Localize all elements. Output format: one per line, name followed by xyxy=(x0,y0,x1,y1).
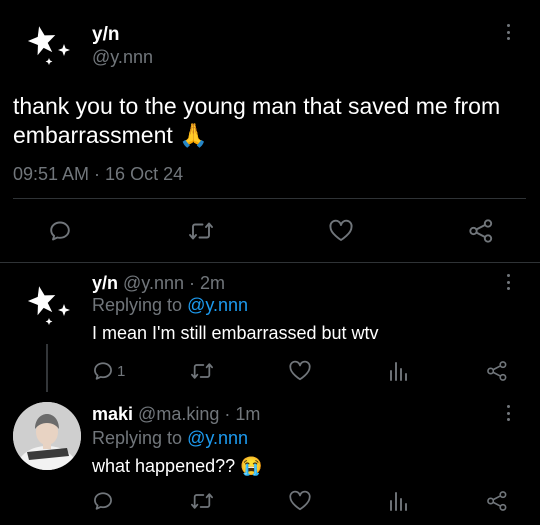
reply1-views-button[interactable] xyxy=(388,360,408,382)
reply2-more-button[interactable] xyxy=(505,405,511,421)
main-handle[interactable]: @y.nnn xyxy=(92,47,153,68)
speech-bubble-icon xyxy=(50,221,70,241)
main-avatar[interactable] xyxy=(26,22,82,83)
speech-bubble-icon xyxy=(94,492,112,510)
reply1-handle-time[interactable]: @y.nnn · 2m xyxy=(123,273,225,293)
reply1-replying-label: Replying to xyxy=(92,295,183,315)
vertical-dots-icon xyxy=(505,405,511,421)
reply2-replying-handle[interactable]: @y.nnn xyxy=(187,428,248,448)
main-more-button[interactable] xyxy=(505,24,511,40)
bar-chart-icon xyxy=(390,362,407,381)
reply1-reply-button[interactable]: 1 xyxy=(92,360,125,382)
speech-bubble-icon xyxy=(94,362,112,380)
reply2-display-name[interactable]: maki xyxy=(92,404,133,424)
reply2-views-button[interactable] xyxy=(388,490,408,512)
main-tweet-body: thank you to the young man that saved me… xyxy=(13,93,501,148)
reply1-reply-count: 1 xyxy=(117,362,126,380)
share-nodes-icon xyxy=(469,219,493,243)
bar-chart-icon xyxy=(390,492,407,511)
vertical-dots-icon xyxy=(505,24,511,40)
reply2-share-button[interactable] xyxy=(486,489,508,513)
sparkle-stars-icon xyxy=(27,286,70,325)
main-like-button[interactable] xyxy=(328,219,354,243)
sparkle-stars-icon xyxy=(27,26,70,65)
reply2-reply-button[interactable] xyxy=(92,490,114,512)
reply1-more-button[interactable] xyxy=(505,274,511,290)
reply2-replying-to: Replying to @y.nnn xyxy=(92,428,248,449)
reply1-like-button[interactable] xyxy=(288,360,312,382)
reply2-retweet-button[interactable] xyxy=(190,490,214,512)
reply2-text-line: what happened?? 😭 xyxy=(92,456,263,477)
reply1-text: I mean I'm still embarrassed but wtv xyxy=(92,323,379,343)
reply1-display-name[interactable]: y/n xyxy=(92,273,118,293)
reply1-avatar[interactable] xyxy=(26,282,82,343)
share-nodes-icon xyxy=(487,361,507,381)
retweet-icon xyxy=(191,363,213,379)
profile-photo-icon xyxy=(13,402,81,470)
main-divider-bottom xyxy=(0,262,540,263)
reply2-handle-time[interactable]: @ma.king · 1m xyxy=(138,404,260,424)
reply1-header: y/n @y.nnn · 2m xyxy=(92,273,225,294)
reply2-text: what happened?? xyxy=(92,456,236,476)
heart-icon xyxy=(289,490,311,511)
reply1-retweet-button[interactable] xyxy=(190,360,214,382)
reply2-header: maki @ma.king · 1m xyxy=(92,404,260,425)
thread-connector-line xyxy=(46,344,48,392)
main-divider-top xyxy=(13,198,526,199)
main-reply-button[interactable] xyxy=(48,219,72,243)
reply2-avatar[interactable] xyxy=(13,402,81,470)
main-retweet-button[interactable] xyxy=(188,219,214,243)
reply2-replying-label: Replying to xyxy=(92,428,183,448)
reply1-replying-to: Replying to @y.nnn xyxy=(92,295,248,316)
main-share-button[interactable] xyxy=(468,218,494,244)
reply1-share-button[interactable] xyxy=(486,359,508,383)
reply1-replying-handle[interactable]: @y.nnn xyxy=(187,295,248,315)
reply2-like-button[interactable] xyxy=(288,490,312,512)
main-tweet-text: thank you to the young man that saved me… xyxy=(13,92,528,150)
heart-icon xyxy=(289,360,311,381)
share-nodes-icon xyxy=(487,491,507,511)
heart-icon xyxy=(329,219,353,241)
retweet-icon xyxy=(189,222,213,240)
crying-face-emoji: 😭 xyxy=(240,456,263,476)
retweet-icon xyxy=(191,493,213,509)
vertical-dots-icon xyxy=(505,274,511,290)
main-timestamp: 09:51 AM · 16 Oct 24 xyxy=(13,164,184,184)
praying-hands-emoji: 🙏 xyxy=(179,122,208,148)
main-display-name[interactable]: y/n xyxy=(92,24,119,46)
